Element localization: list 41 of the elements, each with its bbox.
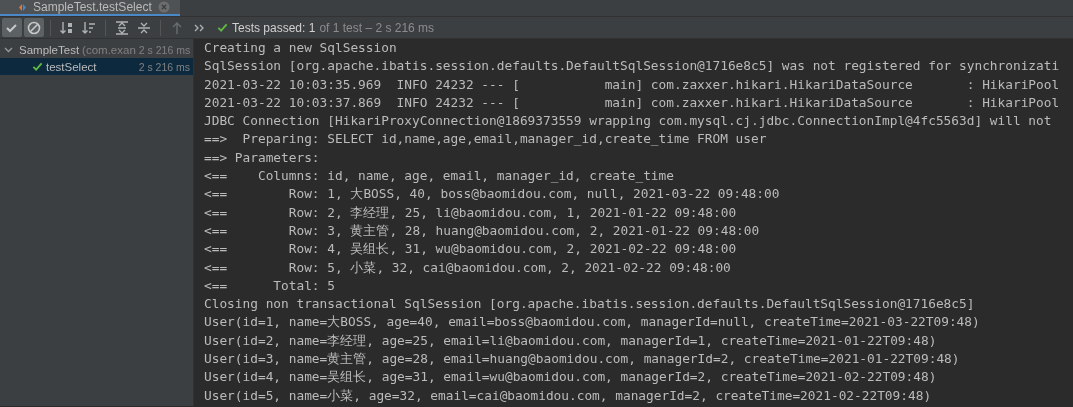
test-name: SampleTest — [19, 43, 80, 56]
tree-item[interactable]: SampleTest (com.exan 2 s 216 ms — [0, 41, 193, 58]
sort-icon — [59, 19, 75, 36]
editor-tab[interactable]: SampleTest.testSelect — [0, 0, 180, 16]
console-line: User(id=1, name=大BOSS, age=40, email=boss@baomidou.com, managerId=null, createTime=2021-03-22T09:48) — [204, 313, 980, 332]
stop-circle-button[interactable] — [24, 18, 44, 37]
console-line: <== Row: 3, 黄主管, 28, huang@baomidou.com, 2, 2021-01-22 09:48:00 — [204, 221, 760, 240]
console-line: <== Total: 5 — [204, 276, 335, 295]
console-line: JDBC Connection [HikariProxyConnection@1869373559 wrapping com.mysql.cj.jdbc.ConnectionImpl@4fc5563d] will not — [204, 112, 1052, 131]
check-icon — [32, 61, 43, 72]
test-duration: 2 s 216 ms — [138, 60, 190, 73]
console-line: SqlSession [org.apache.ibatis.session.defaults.DefaultSqlSession@1716e8c5] was not registered for synchronizati — [204, 57, 1060, 76]
status-text: Tests passed: 1 — [232, 20, 316, 35]
sort-icon — [81, 19, 97, 36]
console-line: User(id=2, name=李经理, age=25, email=li@baomidou.com, managerId=1, createTime=2021-01-22T09:48) — [204, 331, 937, 350]
expand-all-icon — [114, 19, 130, 36]
console-line: User(id=5, name=小菜, age=32, email=cai@baomidou.com, managerId=2, createTime=2021-02-22T09:48) — [204, 386, 932, 405]
console-line: User(id=4, name=吴组长, age=31, email=wu@baomidou.com, managerId=2, createTime=2021-02-22T09:48) — [204, 368, 937, 387]
console-line: <== Row: 1, 大BOSS, 40, boss@baomidou.com, null, 2021-03-22 09:48:00 — [204, 185, 780, 204]
test-name: testSelect — [46, 60, 97, 73]
check-icon — [217, 22, 228, 33]
test-duration: 2 s 216 ms — [138, 43, 191, 56]
console-line: <== Columns: id, name, age, email, manager_id, create_time — [204, 167, 674, 186]
console-line: Creating a new SqlSession — [204, 39, 397, 57]
console-line: Closing non transactional SqlSession [org.apache.ibatis.session.defaults.DefaultSqlSession@1716e8c5] — [204, 295, 975, 314]
console-line: <== Row: 5, 小菜, 32, cai@baomidou.com, 2, 2021-02-22 09:48:00 — [204, 258, 731, 277]
status-detail: of 1 test – 2 s 216 ms — [319, 20, 435, 35]
console-line: <== Row: 2, 李经理, 25, li@baomidou.com, 1, 2021-01-22 09:48:00 — [204, 203, 737, 222]
class-icon — [18, 2, 27, 12]
close-icon[interactable] — [157, 1, 170, 13]
console-line: 2021-03-22 10:03:35.969 INFO 24232 --- [ main] com.zaxxer.hikari.HikariDataSource : HikariPool — [204, 75, 1060, 94]
console-line: 2021-03-22 10:03:37.869 INFO 24232 --- [ main] com.zaxxer.hikari.HikariDataSource : HikariPool — [204, 93, 1060, 112]
test-package: (com.exan — [82, 43, 136, 56]
check-button[interactable] — [2, 18, 22, 37]
console-line: ==> Parameters: — [204, 148, 321, 167]
console-line: <== Row: 4, 吴组长, 31, wu@baomidou.com, 2, 2021-02-22 09:48:00 — [204, 240, 737, 259]
console-line: ==> Preparing: SELECT id,name,age,email,manager_id,create_time FROM user — [204, 130, 767, 149]
console-line: User(id=3, name=黄主管, age=28, email=huang@baomidou.com, managerId=2, createTime=2021-01-22T09:48) — [204, 350, 960, 369]
tree-item[interactable]: testSelect 2 s 216 ms — [0, 58, 193, 75]
stop-circle-icon — [26, 19, 42, 36]
chevron-down-icon[interactable] — [4, 45, 13, 54]
